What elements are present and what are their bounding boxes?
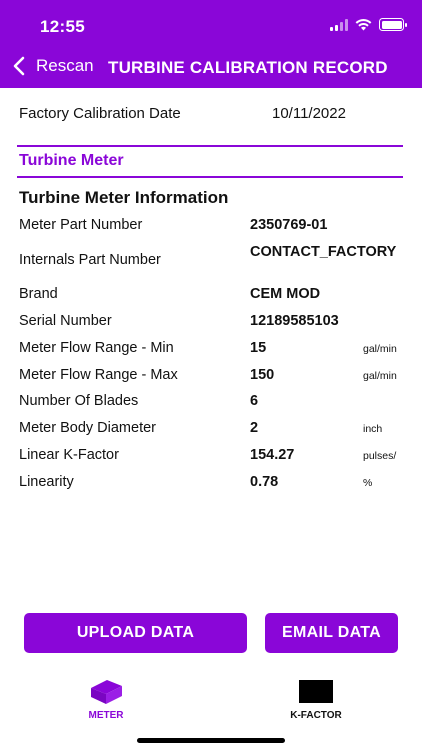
- cellular-signal-icon: [330, 18, 348, 31]
- section-title: Turbine Meter: [19, 152, 124, 169]
- status-time: 12:55: [40, 17, 85, 36]
- row-label: Internals Part Number: [19, 252, 161, 268]
- row-value: 2350769-01: [250, 217, 328, 233]
- section-header: Turbine Meter: [17, 145, 403, 178]
- tab-k-factor[interactable]: K-FACTOR: [282, 678, 350, 721]
- status-icons: [330, 18, 407, 31]
- row-label: Meter Flow Range - Min: [19, 340, 174, 356]
- info-row-serial-number: Serial Number 12189585103: [19, 313, 409, 335]
- home-indicator: [137, 738, 285, 743]
- row-label: Linear K-Factor: [19, 447, 119, 463]
- tab-meter[interactable]: METER: [72, 678, 140, 721]
- rectangle-icon: [299, 680, 333, 703]
- row-unit: %: [363, 477, 373, 489]
- tab-k-factor-label: K-FACTOR: [290, 710, 342, 721]
- info-row-flow-range-min: Meter Flow Range - Min 15 gal/min: [19, 340, 409, 362]
- info-row-number-of-blades: Number Of Blades 6: [19, 393, 409, 415]
- calibration-date-label: Factory Calibration Date: [19, 105, 181, 122]
- info-row-flow-range-max: Meter Flow Range - Max 150 gal/min: [19, 367, 409, 389]
- info-row-linear-k-factor: Linear K-Factor 154.27 pulses/: [19, 447, 409, 469]
- info-row-meter-part-number: Meter Part Number 2350769-01: [19, 217, 409, 239]
- info-row-body-diameter: Meter Body Diameter 2 inch: [19, 420, 409, 442]
- info-heading: Turbine Meter Information: [19, 188, 229, 207]
- row-label: Meter Part Number: [19, 217, 143, 233]
- row-value: CEM MOD: [250, 286, 321, 302]
- wifi-icon: [355, 18, 372, 30]
- tab-meter-label: METER: [88, 710, 124, 721]
- info-row-internals-part-number: Internals Part Number CONTACT_FACTORY: [19, 244, 409, 274]
- row-value: CONTACT_FACTORY: [250, 244, 397, 260]
- chevron-left-icon: [13, 56, 25, 76]
- row-label: Linearity: [19, 474, 74, 490]
- row-label: Serial Number: [19, 313, 112, 329]
- header-bar: 12:55 Rescan TURBINE CALIBRATION RECORD: [0, 0, 422, 88]
- row-label: Number Of Blades: [19, 393, 139, 409]
- back-label: Rescan: [36, 56, 94, 75]
- row-unit: gal/min: [363, 370, 397, 382]
- row-label: Meter Body Diameter: [19, 420, 156, 436]
- row-value: 12189585103: [250, 313, 339, 329]
- row-value: 0.78: [250, 474, 279, 490]
- back-button[interactable]: Rescan: [10, 55, 94, 77]
- row-label: Brand: [19, 286, 58, 302]
- row-unit: gal/min: [363, 343, 397, 355]
- book-icon: [91, 680, 122, 704]
- info-row-brand: Brand CEM MOD: [19, 286, 409, 308]
- upload-data-button[interactable]: UPLOAD DATA: [24, 613, 247, 653]
- row-label: Meter Flow Range - Max: [19, 367, 178, 383]
- row-unit: pulses/: [363, 450, 397, 462]
- row-value: 6: [250, 393, 259, 409]
- email-data-button[interactable]: EMAIL DATA: [265, 613, 398, 653]
- page-title: TURBINE CALIBRATION RECORD: [108, 58, 388, 77]
- calibration-date-value: 10/11/2022: [272, 105, 346, 122]
- battery-icon: [379, 18, 407, 31]
- row-unit: inch: [363, 423, 383, 435]
- info-row-linearity: Linearity 0.78 %: [19, 474, 409, 496]
